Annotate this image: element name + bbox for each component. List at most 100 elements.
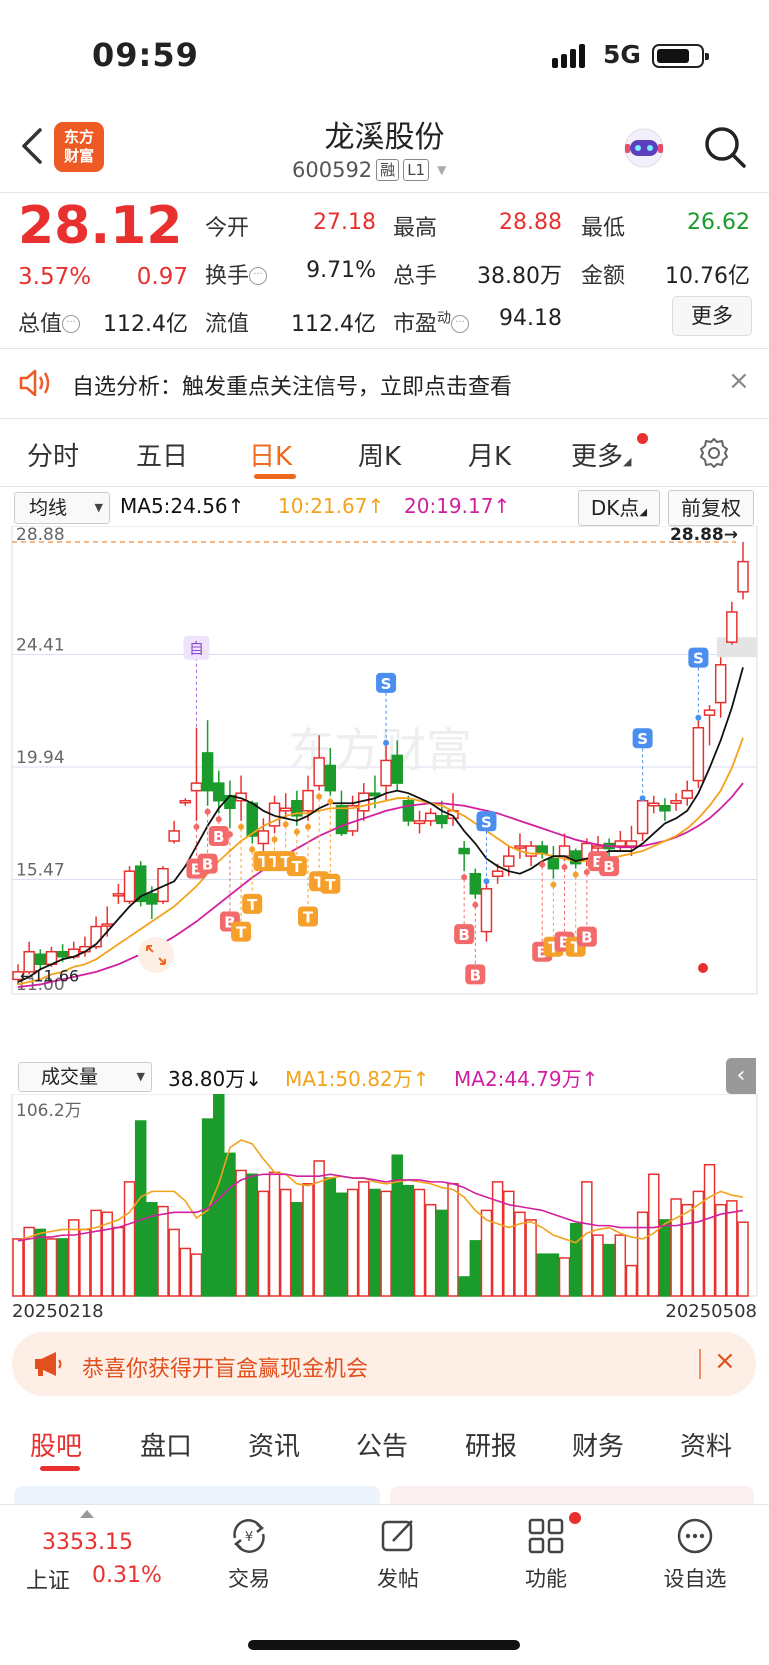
- volume-bar: [380, 1190, 392, 1297]
- tab-finance[interactable]: 财务: [572, 1426, 624, 1463]
- volume-bar: [112, 1226, 125, 1297]
- candle-body: [257, 830, 270, 845]
- y-tick-label: 24.41: [16, 636, 65, 656]
- tab-pankou[interactable]: 盘口: [140, 1426, 192, 1463]
- close-icon[interactable]: ×: [714, 1346, 736, 1376]
- active-tab-underline: [40, 1466, 80, 1471]
- low-price-marker: ←11.66: [20, 966, 79, 985]
- forward-adjust-button[interactable]: 前复权: [668, 490, 754, 526]
- volume-bar: [369, 1188, 381, 1297]
- nav-trade[interactable]: 交易: [199, 1563, 299, 1593]
- more-quote-button[interactable]: 更多: [672, 296, 752, 336]
- stock-code-row[interactable]: 600592 融 L1 ▼: [292, 158, 446, 182]
- tab-research[interactable]: 研报: [465, 1426, 517, 1463]
- ma10-value: 10:21.67↑: [278, 494, 385, 518]
- tab-monthly-k[interactable]: 月K: [468, 436, 511, 473]
- turnover-label[interactable]: 换手 ···: [205, 258, 268, 290]
- candle-body: [726, 611, 738, 643]
- buy-signal-label: B: [458, 926, 469, 944]
- gear-icon[interactable]: [698, 437, 730, 469]
- tab-more[interactable]: 更多◢: [571, 436, 631, 473]
- candle-body: [324, 764, 337, 792]
- candle-body: [413, 820, 426, 825]
- tab-news[interactable]: 资讯: [248, 1426, 300, 1463]
- notification-dot: [569, 1512, 581, 1524]
- candle-body: [213, 782, 225, 802]
- dk-points-button[interactable]: DK点◢: [578, 490, 660, 526]
- notice-text[interactable]: 自选分析：触发重点关注信号，立即点击查看: [72, 369, 512, 401]
- caret-down-icon: ▼: [136, 1070, 145, 1083]
- volume-bar: [636, 1211, 649, 1297]
- volume-indicator-select[interactable]: 成交量 ▼: [18, 1062, 152, 1092]
- take-signal-dot: [550, 881, 557, 888]
- volume-chart[interactable]: 106.2万 20250218 20250508: [0, 1094, 769, 1322]
- take-signal-dot: [293, 828, 300, 835]
- robot-assistant-icon[interactable]: [620, 124, 668, 172]
- volume-bar: [279, 1188, 292, 1297]
- trade-icon[interactable]: ¥: [229, 1516, 269, 1556]
- volume-bar: [547, 1253, 560, 1297]
- candle-body: [279, 807, 292, 812]
- volume-bar: [413, 1188, 426, 1297]
- expand-icon-bg: [138, 937, 174, 973]
- take-signal-dot: [316, 793, 323, 800]
- svg-text:¥: ¥: [245, 1530, 253, 1545]
- nav-functions[interactable]: 功能: [496, 1563, 596, 1593]
- volume-bar: [391, 1154, 403, 1297]
- tab-intraday[interactable]: 分时: [27, 436, 79, 473]
- volume-bar: [737, 1221, 749, 1297]
- tab-daily-k[interactable]: 日K: [249, 436, 292, 473]
- more-circle-icon[interactable]: [675, 1516, 715, 1556]
- expand-arrow-icon[interactable]: [80, 1510, 94, 1518]
- nav-post[interactable]: 发帖: [348, 1563, 448, 1593]
- tab-weekly-k[interactable]: 周K: [358, 436, 401, 473]
- turnover-value: 9.71%: [306, 258, 376, 283]
- tab-profile[interactable]: 资料: [680, 1426, 732, 1463]
- volume-bar: [12, 1238, 24, 1297]
- volume-bar: [134, 1120, 147, 1297]
- candle-body: [491, 870, 504, 877]
- tab-five-day[interactable]: 五日: [136, 436, 188, 473]
- volume-bar: [536, 1253, 548, 1297]
- high-value: 28.88: [499, 210, 562, 235]
- market-cap-label[interactable]: 总值 ···: [18, 306, 81, 338]
- sell-signal-dot: [695, 714, 702, 721]
- grid-apps-icon[interactable]: [526, 1516, 566, 1556]
- promo-text[interactable]: 恭喜你获得开盲盒赢现金机会: [82, 1351, 368, 1383]
- buy-signal-label: B: [470, 966, 481, 984]
- index-value[interactable]: 3353.15: [42, 1530, 133, 1555]
- take-signal-label: T: [325, 876, 336, 894]
- candle-body: [469, 872, 482, 895]
- tab-announcements[interactable]: 公告: [356, 1426, 408, 1463]
- index-name[interactable]: 上证: [26, 1563, 70, 1595]
- candle-body: [402, 799, 415, 822]
- search-icon[interactable]: [702, 124, 748, 170]
- close-icon[interactable]: ×: [728, 366, 750, 396]
- candlestick-chart[interactable]: 28.8824.4119.9415.4711.00东方财富28.88→←11.6…: [0, 526, 769, 1056]
- collapse-panel-button[interactable]: ‹: [726, 1058, 756, 1094]
- ma-indicator-select[interactable]: 均线 ▼: [14, 492, 110, 524]
- index-percent[interactable]: 0.31%: [92, 1563, 162, 1588]
- candle-body: [547, 857, 560, 870]
- candle-body: [503, 855, 515, 867]
- stock-code: 600592: [292, 158, 373, 182]
- volume-bar: [302, 1183, 314, 1297]
- pe-value: 94.18: [499, 306, 562, 331]
- volume-bar: [569, 1222, 582, 1297]
- volume-ma2: MA2:44.79万↑: [454, 1067, 599, 1091]
- start-date-label: 20250218: [12, 1301, 104, 1322]
- pe-label[interactable]: 市盈动 ···: [393, 306, 470, 338]
- nav-add-watchlist[interactable]: 设自选: [645, 1563, 745, 1593]
- volume-bar: [34, 1228, 47, 1297]
- caret-down-icon: ▼: [94, 501, 103, 514]
- buy-signal-dot: [204, 808, 211, 815]
- content-card[interactable]: [390, 1486, 754, 1506]
- y-tick-label: 15.47: [16, 861, 65, 881]
- ma5-value: MA5:24.56↑: [120, 494, 245, 518]
- tab-guba[interactable]: 股吧: [30, 1426, 82, 1463]
- compose-post-icon[interactable]: [378, 1516, 418, 1556]
- candle-body: [123, 870, 136, 903]
- candle-body: [201, 752, 214, 792]
- buy-signal-dot: [539, 861, 546, 868]
- content-card[interactable]: [14, 1486, 380, 1506]
